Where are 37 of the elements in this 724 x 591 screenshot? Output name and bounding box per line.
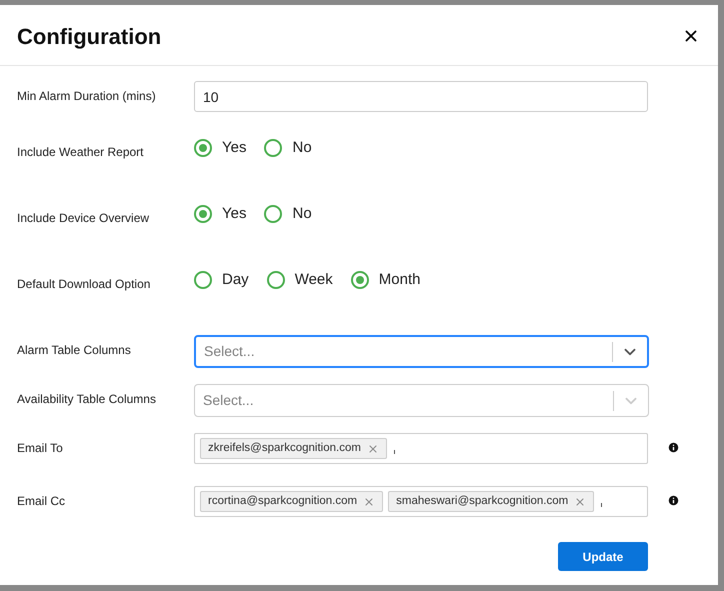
- email-input-field[interactable]: rcortina@sparkcognition.com smaheswari@sparkcognition.com: [194, 486, 648, 517]
- radio-option[interactable]: Week: [266, 269, 333, 292]
- info-icon[interactable]: [667, 494, 680, 506]
- email-tag: zkreifels@sparkcognition.com: [200, 438, 387, 459]
- update-button[interactable]: Update: [558, 542, 648, 571]
- radio-button[interactable]: [194, 139, 212, 158]
- dialog-title: Configuration: [17, 22, 162, 51]
- radio-button[interactable]: [264, 205, 282, 224]
- radio-button[interactable]: [266, 271, 285, 290]
- email-input-field[interactable]: zkreifels@sparkcognition.com: [194, 433, 648, 464]
- radio-button[interactable]: [194, 271, 212, 290]
- remove-icon[interactable]: [574, 496, 586, 508]
- radio-button[interactable]: [194, 205, 212, 224]
- radio-button[interactable]: [264, 139, 282, 158]
- select-dropdown[interactable]: Select...: [194, 335, 649, 368]
- radio-option[interactable]: No: [264, 203, 312, 226]
- radio-option[interactable]: Yes: [194, 203, 246, 226]
- radio-option[interactable]: No: [264, 137, 312, 160]
- remove-icon[interactable]: [366, 442, 379, 454]
- radio-option[interactable]: Yes: [194, 137, 246, 160]
- remove-icon[interactable]: [363, 496, 376, 508]
- field-label: Email To: [17, 440, 64, 457]
- email-tag: rcortina@sparkcognition.com: [200, 491, 384, 512]
- radio-button[interactable]: [350, 271, 369, 290]
- info-icon[interactable]: [667, 440, 680, 454]
- field-label: Default Download Option: [17, 276, 152, 293]
- field-label: Availability Table Columns: [17, 391, 157, 408]
- radio-option[interactable]: Day: [194, 269, 249, 292]
- radio-option[interactable]: Month: [350, 269, 420, 292]
- field-label: Email Cc: [17, 493, 66, 510]
- field-label: Include Weather Report: [17, 144, 145, 161]
- input-field[interactable]: 10: [194, 81, 648, 112]
- field-label: Include Device Overview: [17, 210, 150, 227]
- field-label: Min Alarm Duration (mins): [17, 88, 157, 105]
- field-label: Alarm Table Columns: [17, 342, 132, 359]
- select-dropdown[interactable]: Select...: [194, 384, 649, 417]
- email-tag: smaheswari@sparkcognition.com: [388, 491, 594, 512]
